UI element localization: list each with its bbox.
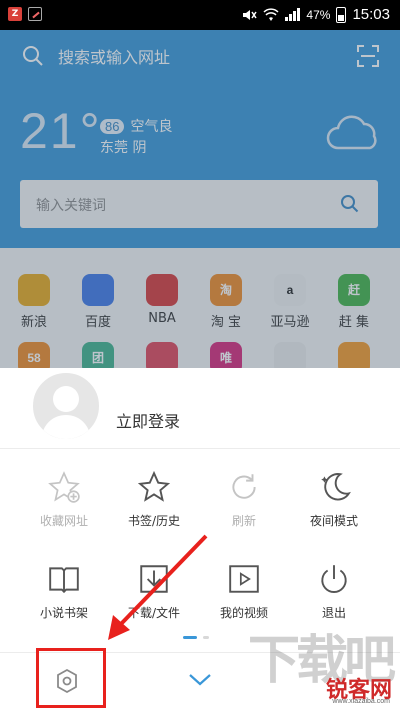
book-icon <box>49 567 79 594</box>
page-indicator <box>183 636 209 639</box>
video-icon <box>229 565 259 593</box>
chevron-down-icon[interactable] <box>188 672 212 688</box>
battery-icon <box>336 6 347 23</box>
refresh-icon <box>232 474 256 499</box>
page-dot <box>203 636 209 639</box>
notification-pen-icon <box>28 7 42 21</box>
page-dim-overlay[interactable] <box>0 30 400 368</box>
power-icon <box>321 565 347 593</box>
page-dot-active <box>183 636 197 639</box>
signal-icon <box>285 8 301 21</box>
clock: 15:03 <box>352 6 390 23</box>
menu-item[interactable]: 夜间模式 <box>294 470 374 529</box>
menu-item[interactable]: 下载/文件 <box>114 562 194 621</box>
battery-percent: 47% <box>306 7 331 22</box>
menu-item-label: 书签/历史 <box>127 514 181 528</box>
default-avatar-icon <box>41 386 91 439</box>
menu-item-label: 夜间模式 <box>309 514 358 528</box>
menu-item-label: 收藏网址 <box>39 514 88 528</box>
download-icon <box>140 565 168 593</box>
watermark-url: www.xiazaiba.com <box>332 698 390 705</box>
mute-icon <box>243 9 258 20</box>
menu-item[interactable]: 刷新 <box>204 470 284 529</box>
menu-item-label: 下载/文件 <box>127 606 181 620</box>
menu-item[interactable]: 收藏网址 <box>24 470 104 529</box>
highlight-box <box>36 648 106 708</box>
status-bar: Z 47% 15:03 <box>0 0 400 30</box>
divider <box>0 448 400 449</box>
star-icon <box>137 470 171 502</box>
wifi-icon <box>263 7 279 21</box>
menu-item[interactable]: 我的视频 <box>204 562 284 621</box>
login-link[interactable]: 立即登录 <box>116 408 180 432</box>
menu-item[interactable]: 书签/历史 <box>114 470 194 529</box>
avatar[interactable] <box>30 370 102 442</box>
star-add-icon <box>48 471 80 503</box>
menu-item-label: 小说书架 <box>39 606 88 620</box>
notification-app-icon: Z <box>8 7 22 21</box>
menu-item-label: 刷新 <box>231 514 256 528</box>
moon-icon <box>321 473 351 501</box>
menu-item[interactable]: 小说书架 <box>24 562 104 621</box>
menu-item[interactable]: 退出 <box>294 562 374 621</box>
